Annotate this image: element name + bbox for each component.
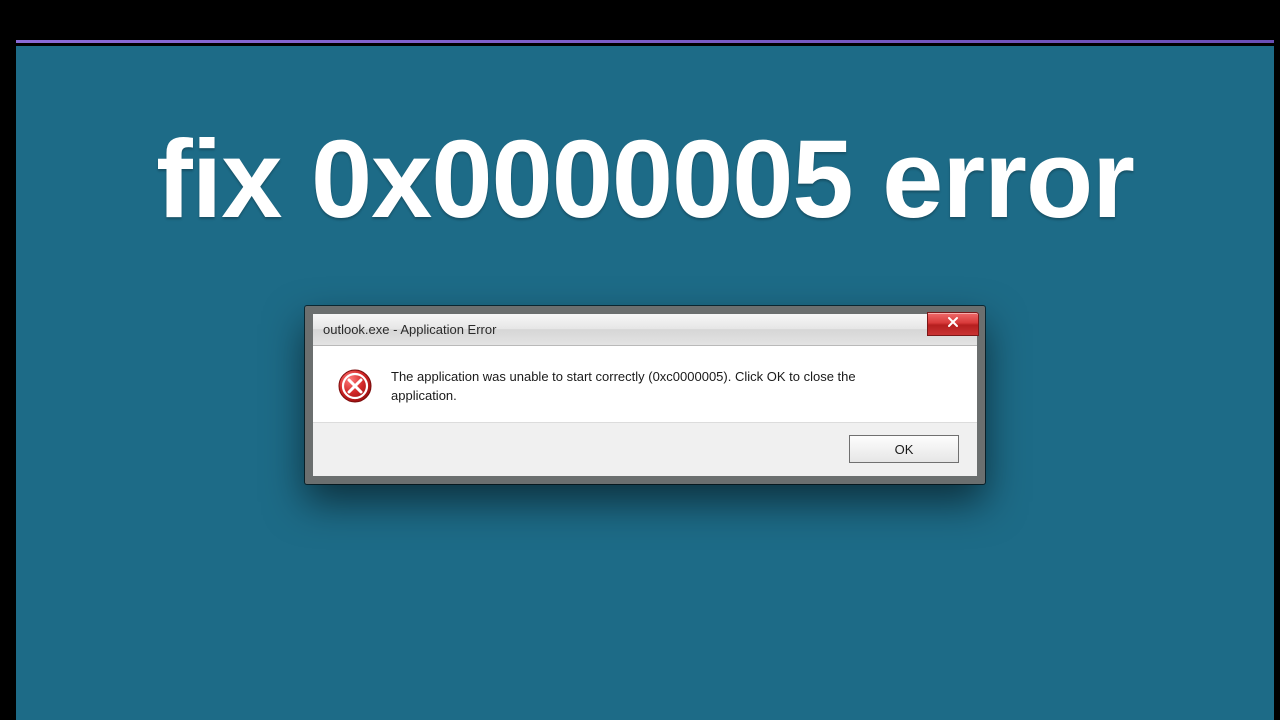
error-dialog: outlook.exe - Application Error: [305, 306, 985, 484]
dialog-frame: outlook.exe - Application Error: [313, 314, 977, 476]
accent-divider: [16, 40, 1274, 43]
dialog-message: The application was unable to start corr…: [391, 368, 911, 406]
dialog-button-strip: OK: [313, 422, 977, 476]
dialog-titlebar[interactable]: outlook.exe - Application Error: [313, 314, 977, 346]
dialog-title: outlook.exe - Application Error: [323, 322, 496, 337]
close-icon: [947, 315, 959, 333]
headline-text: fix 0x0000005 error: [16, 116, 1274, 243]
close-button[interactable]: [927, 312, 979, 336]
background-panel: fix 0x0000005 error outlook.exe - Applic…: [16, 46, 1274, 720]
error-icon: [337, 368, 373, 404]
ok-button[interactable]: OK: [849, 435, 959, 463]
